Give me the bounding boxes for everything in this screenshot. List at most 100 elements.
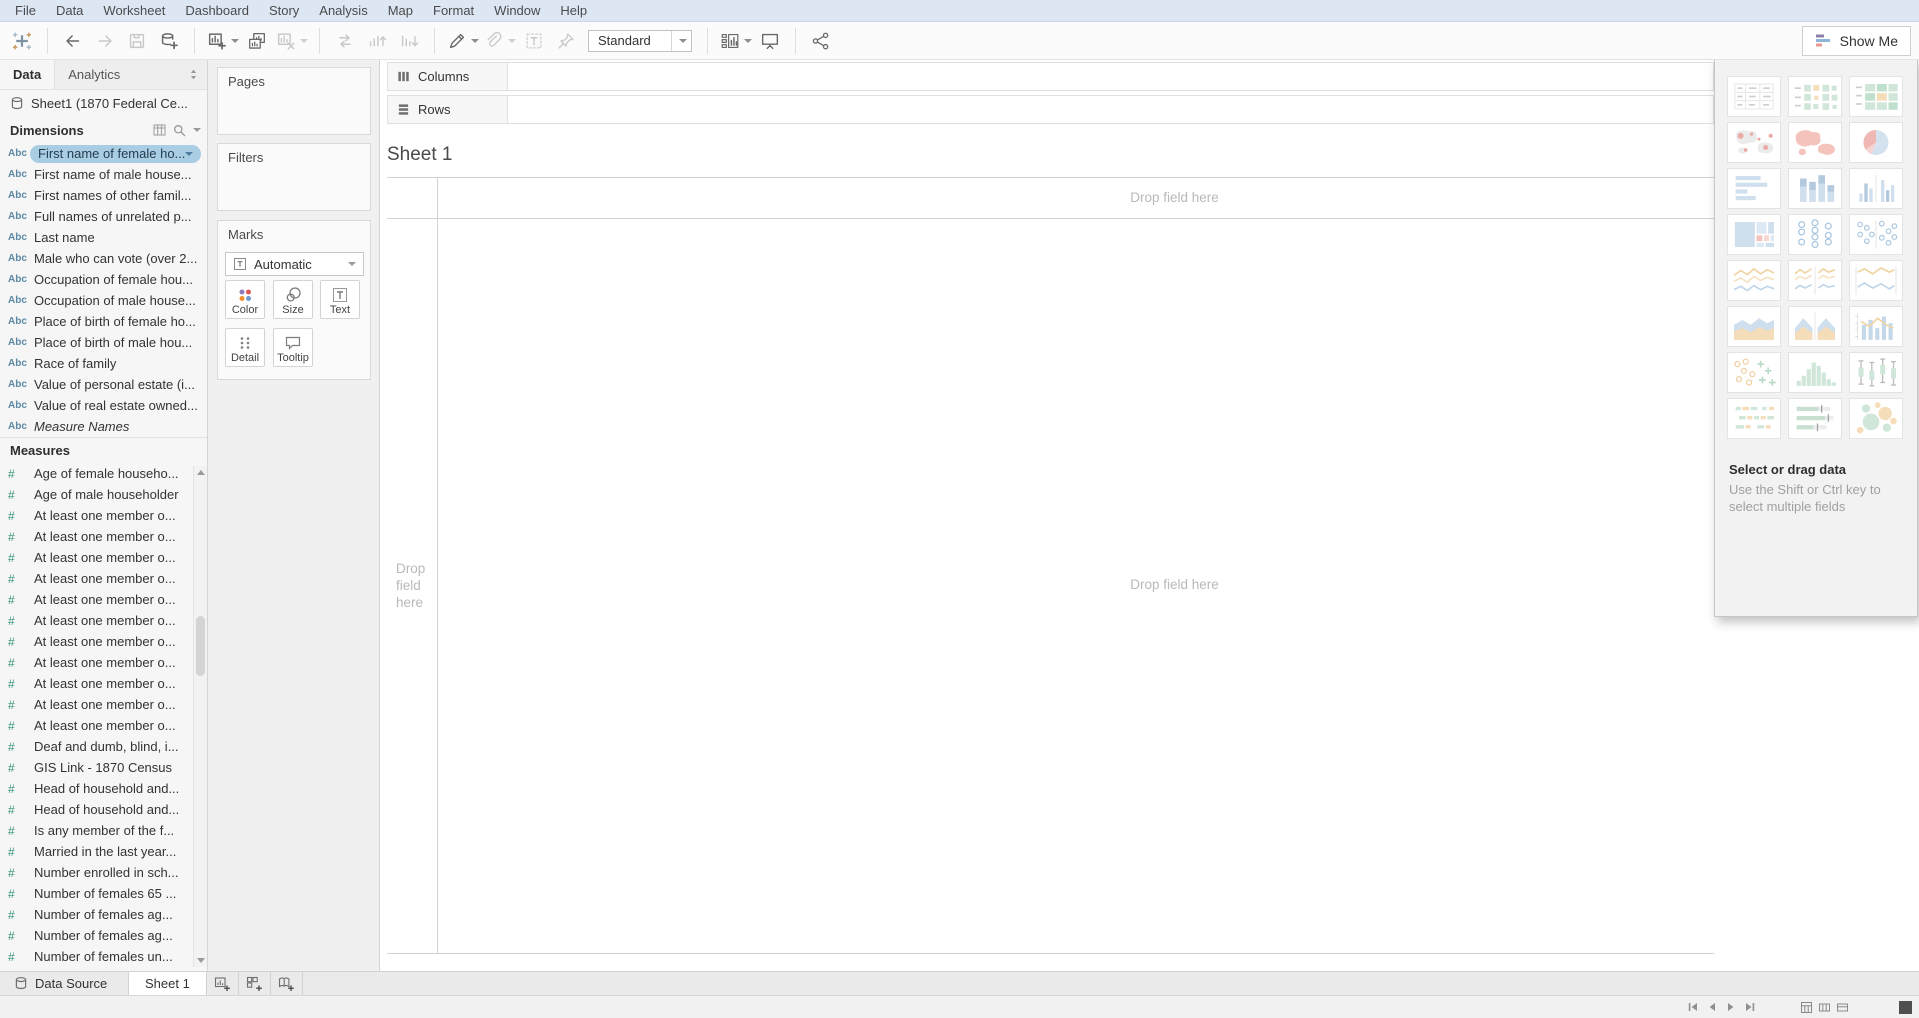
menu-file[interactable]: File [5,0,46,21]
pages-shelf[interactable]: Pages [217,67,371,135]
field-measure[interactable]: #Head of household and... [0,778,207,799]
field-measure[interactable]: #At least one member o... [0,568,207,589]
field-measure[interactable]: #At least one member o... [0,610,207,631]
showme-side-by-side-circles[interactable] [1849,214,1903,255]
scroll-down-icon[interactable] [197,958,205,963]
group-members-button[interactable] [483,26,516,56]
field-measure[interactable]: #Age of male householder [0,484,207,505]
field-measure[interactable]: #At least one member o... [0,631,207,652]
showme-lines-continuous[interactable] [1727,260,1781,301]
chevron-down-icon[interactable] [671,31,691,51]
filters-shelf[interactable]: Filters [217,143,371,211]
tooltip-button[interactable]: Tooltip [273,328,313,367]
tab-sheet-1[interactable]: Sheet 1 [128,972,207,995]
field-dimension[interactable]: AbcFirst names of other famil... [0,185,207,206]
field-dimension[interactable]: AbcValue of real estate owned... [0,395,207,416]
field-measure[interactable]: #Deaf and dumb, blind, i... [0,736,207,757]
fields-menu-caret-icon[interactable] [193,128,201,132]
field-dimension[interactable]: AbcLast name [0,227,207,248]
field-measure[interactable]: #At least one member o... [0,547,207,568]
sort-ascending-button[interactable] [363,26,391,56]
filmstrip-icon[interactable] [1818,1001,1831,1014]
show-mark-labels-button[interactable] [520,26,548,56]
field-dimension[interactable]: AbcOccupation of female hou... [0,269,207,290]
new-worksheet-button[interactable] [206,26,239,56]
detail-button[interactable]: Detail [225,328,265,367]
scrollbar-thumb[interactable] [196,616,205,676]
field-measure[interactable]: #Is any member of the f... [0,820,207,841]
redo-button[interactable] [91,26,119,56]
showme-area-discrete[interactable] [1788,306,1842,347]
showme-heat-map[interactable] [1788,76,1842,117]
field-dimension[interactable]: AbcOccupation of male house... [0,290,207,311]
duplicate-sheet-button[interactable] [243,26,271,56]
field-measure[interactable]: #At least one member o... [0,673,207,694]
drop-zone-rows[interactable]: Drop field here [396,560,436,611]
highlight-button[interactable] [446,26,479,56]
new-story-tab-button[interactable] [271,972,303,995]
undo-button[interactable] [59,26,87,56]
add-data-source-button[interactable] [155,26,183,56]
field-measure[interactable]: #Number of females ag... [0,904,207,925]
menu-data[interactable]: Data [46,0,93,21]
showme-area-continuous[interactable] [1727,306,1781,347]
menu-story[interactable]: Story [259,0,309,21]
field-measure[interactable]: #At least one member o... [0,526,207,547]
showme-packed-bubbles[interactable] [1849,398,1903,439]
field-measure[interactable]: #Head of household and... [0,799,207,820]
field-dimension[interactable]: AbcRace of family [0,353,207,374]
field-dimension[interactable]: AbcFull names of unrelated p... [0,206,207,227]
size-button[interactable]: Size [273,280,313,319]
field-measure[interactable]: #At least one member o... [0,589,207,610]
data-source-item[interactable]: Sheet1 (1870 Federal Ce... [0,90,207,117]
field-measure[interactable]: #GIS Link - 1870 Census [0,757,207,778]
menu-analysis[interactable]: Analysis [309,0,377,21]
clear-sheet-button[interactable] [275,26,308,56]
field-measure[interactable]: #At least one member o... [0,652,207,673]
field-measure[interactable]: #Number enrolled in sch... [0,862,207,883]
find-field-icon[interactable] [173,124,186,137]
showme-symbol-map[interactable] [1727,122,1781,163]
showme-histogram[interactable] [1788,352,1842,393]
field-measure[interactable]: #Married in the last year... [0,841,207,862]
show-hide-cards-button[interactable] [719,26,752,56]
showme-gantt[interactable] [1727,398,1781,439]
color-button[interactable]: Color [225,280,265,319]
showme-highlight-table[interactable] [1849,76,1903,117]
menu-worksheet[interactable]: Worksheet [93,0,175,21]
tab-data[interactable]: Data [0,60,54,89]
menu-help[interactable]: Help [550,0,597,21]
prev-sheet-icon[interactable] [1706,1001,1718,1013]
field-dimension[interactable]: AbcValue of personal estate (i... [0,374,207,395]
chevron-down-icon[interactable] [185,152,193,156]
field-dimension[interactable]: AbcFirst name of male house... [0,164,207,185]
field-dimension[interactable]: AbcMale who can vote (over 2... [0,248,207,269]
field-measure[interactable]: #At least one member o... [0,694,207,715]
selected-field-pill[interactable]: First name of female ho... [30,145,201,163]
showme-bullet-graph[interactable] [1788,398,1842,439]
scroll-up-icon[interactable] [197,470,205,475]
showme-text-table[interactable] [1727,76,1781,117]
view-data-grid-icon[interactable] [153,124,166,136]
new-worksheet-tab-button[interactable] [207,972,239,995]
new-dashboard-tab-button[interactable] [239,972,271,995]
showme-stacked-bars[interactable] [1788,168,1842,209]
share-button[interactable] [807,26,835,56]
menu-map[interactable]: Map [378,0,423,21]
tab-analytics[interactable]: Analytics [54,60,179,89]
show-tabs-icon[interactable] [1836,1001,1849,1014]
showme-scatter-plot[interactable] [1727,352,1781,393]
field-measure[interactable]: #Number of females un... [0,946,207,967]
mark-type-dropdown[interactable]: Automatic [225,252,364,276]
showme-dual-lines[interactable] [1849,260,1903,301]
field-measure[interactable]: #At least one member o... [0,715,207,736]
showme-treemap[interactable] [1727,214,1781,255]
tableau-logo[interactable] [8,26,36,56]
showme-pie-chart[interactable] [1849,122,1903,163]
last-sheet-icon[interactable] [1744,1001,1756,1013]
menu-window[interactable]: Window [484,0,550,21]
drop-zone-canvas[interactable]: Drop field here [437,577,1912,592]
showme-box-and-whisker[interactable] [1849,352,1903,393]
sheet-sorter-icon[interactable] [1800,1001,1813,1014]
showme-horizontal-bars[interactable] [1727,168,1781,209]
